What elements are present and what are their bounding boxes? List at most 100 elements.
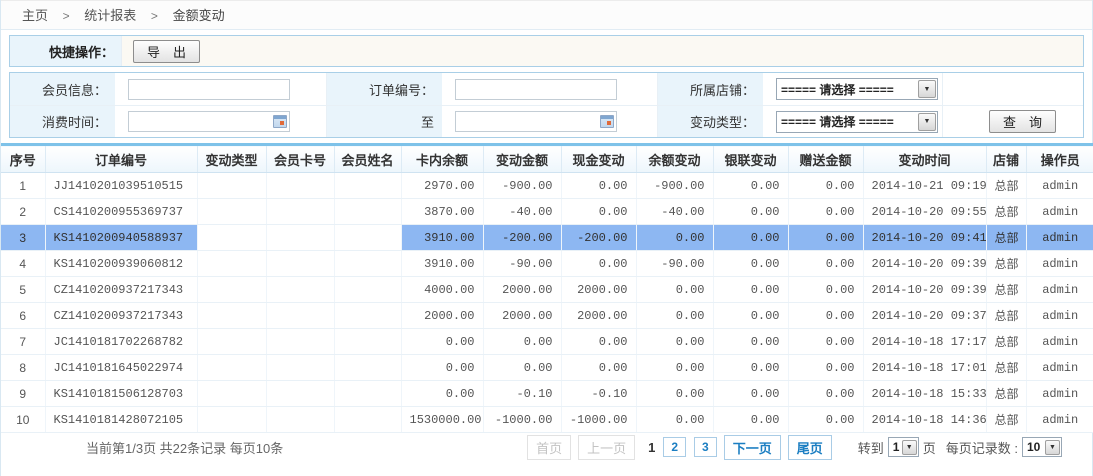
- table-cell: 0.00: [713, 225, 788, 251]
- table-cell: 0.00: [561, 199, 636, 225]
- first-page-button[interactable]: 首页: [527, 435, 571, 460]
- to-label: 至: [327, 106, 442, 137]
- table-cell: [197, 303, 266, 329]
- column-header: 卡内余额: [401, 145, 483, 173]
- table-cell: JC1410181702268782: [45, 329, 197, 355]
- time-to-input[interactable]: [455, 111, 617, 132]
- export-button[interactable]: 导 出: [133, 40, 200, 63]
- table-cell: 总部: [986, 381, 1026, 407]
- quick-operations-body: 导 出: [122, 36, 1083, 66]
- member-info-input[interactable]: [128, 79, 290, 100]
- table-cell: [266, 173, 334, 199]
- table-cell: 0.00: [401, 355, 483, 381]
- column-header: 操作员: [1026, 145, 1093, 173]
- table-cell: -900.00: [636, 173, 713, 199]
- table-row[interactable]: 4KS14102009390608123910.00-90.000.00-90.…: [1, 251, 1093, 277]
- table-cell: 2000.00: [401, 303, 483, 329]
- amount-change-table: 序号订单编号变动类型会员卡号会员姓名卡内余额变动金额现金变动余额变动银联变动赠送…: [1, 143, 1093, 433]
- table-cell: 2014-10-18 14:36:26: [863, 407, 986, 433]
- table-cell: 0.00: [561, 251, 636, 277]
- last-page-button[interactable]: 尾页: [788, 435, 832, 460]
- column-header: 变动类型: [197, 145, 266, 173]
- table-cell: 2014-10-20 09:41:25: [863, 225, 986, 251]
- store-label: 所属店铺：: [658, 73, 763, 105]
- table-cell: 1: [1, 173, 45, 199]
- table-cell: [334, 329, 401, 355]
- table-row[interactable]: 1JJ14102010395105152970.00-900.000.00-90…: [1, 173, 1093, 199]
- quick-operations-label: 快捷操作：: [10, 36, 122, 66]
- table-cell: 0.00: [788, 277, 863, 303]
- table-row[interactable]: 2CS14102009553697373870.00-40.000.00-40.…: [1, 199, 1093, 225]
- table-cell: [266, 277, 334, 303]
- table-row[interactable]: 5CZ14102009372173434000.002000.002000.00…: [1, 277, 1093, 303]
- chevron-down-icon: ▼: [918, 80, 936, 98]
- quick-operations-bar: 快捷操作： 导 出: [9, 35, 1084, 67]
- goto-page-select[interactable]: 1 ▼: [888, 437, 919, 457]
- table-cell: [266, 381, 334, 407]
- table-cell: 0.00: [788, 381, 863, 407]
- table-cell: 0.00: [713, 407, 788, 433]
- table-row[interactable]: 7JC14101817022687820.000.000.000.000.000…: [1, 329, 1093, 355]
- table-cell: 0.00: [636, 303, 713, 329]
- table-cell: [334, 277, 401, 303]
- order-no-input[interactable]: [455, 79, 617, 100]
- table-cell: -1000.00: [483, 407, 561, 433]
- table-cell: 1530000.00: [401, 407, 483, 433]
- table-cell: 0.00: [561, 173, 636, 199]
- goto-page-suffix: 页: [923, 438, 936, 457]
- column-header: 序号: [1, 145, 45, 173]
- pagination-summary: 当前第1/3页 共22条记录 每页10条: [86, 438, 283, 457]
- filter-panel: 会员信息： 订单编号： 所属店铺： ===== 请选择 ===== ▼ 消费时间…: [9, 72, 1084, 138]
- breadcrumb-reports[interactable]: 统计报表: [84, 8, 136, 23]
- table-cell: -40.00: [636, 199, 713, 225]
- page-2-button[interactable]: 2: [663, 437, 686, 457]
- table-cell: -900.00: [483, 173, 561, 199]
- goto-label: 转到: [858, 438, 884, 457]
- table-cell: admin: [1026, 173, 1093, 199]
- table-cell: KS1410200940588937: [45, 225, 197, 251]
- table-cell: CZ1410200937217343: [45, 277, 197, 303]
- table-cell: 4000.00: [401, 277, 483, 303]
- change-type-select[interactable]: ===== 请选择 ===== ▼: [776, 111, 938, 133]
- table-cell: 2014-10-20 09:37:31: [863, 303, 986, 329]
- table-cell: 0.00: [788, 173, 863, 199]
- breadcrumb-home[interactable]: 主页: [22, 8, 48, 23]
- per-page-select[interactable]: 10 ▼: [1022, 437, 1062, 457]
- table-cell: [266, 251, 334, 277]
- table-cell: -0.10: [483, 381, 561, 407]
- column-header: 余额变动: [636, 145, 713, 173]
- table-cell: [197, 225, 266, 251]
- table-cell: admin: [1026, 225, 1093, 251]
- time-from-input[interactable]: [128, 111, 290, 132]
- calendar-icon[interactable]: [273, 115, 287, 128]
- table-cell: 2014-10-20 09:39:16: [863, 251, 986, 277]
- table-cell: admin: [1026, 355, 1093, 381]
- order-no-label: 订单编号：: [327, 73, 442, 105]
- table-row[interactable]: 10KS14101814280721051530000.00-1000.00-1…: [1, 407, 1093, 433]
- table-cell: 0.00: [788, 199, 863, 225]
- page-3-button[interactable]: 3: [694, 437, 717, 457]
- table-header-row: 序号订单编号变动类型会员卡号会员姓名卡内余额变动金额现金变动余额变动银联变动赠送…: [1, 145, 1093, 173]
- table-cell: 2014-10-20 09:55:51: [863, 199, 986, 225]
- column-header: 银联变动: [713, 145, 788, 173]
- table-cell: KS1410181506128703: [45, 381, 197, 407]
- store-select[interactable]: ===== 请选择 ===== ▼: [776, 78, 938, 100]
- table-cell: 3870.00: [401, 199, 483, 225]
- calendar-icon[interactable]: [600, 115, 614, 128]
- table-cell: 总部: [986, 303, 1026, 329]
- table-cell: 0.00: [713, 251, 788, 277]
- table-row[interactable]: 9KS14101815061287030.00-0.10-0.100.000.0…: [1, 381, 1093, 407]
- filter-row-1: 会员信息： 订单编号： 所属店铺： ===== 请选择 ===== ▼: [10, 73, 1083, 105]
- breadcrumb-current: 金额变动: [173, 8, 225, 23]
- search-button[interactable]: 查 询: [989, 110, 1056, 133]
- table-row[interactable]: 8JC14101816450229740.000.000.000.000.000…: [1, 355, 1093, 381]
- table-cell: 0.00: [713, 355, 788, 381]
- table-row[interactable]: 3KS14102009405889373910.00-200.00-200.00…: [1, 225, 1093, 251]
- per-page-value: 10: [1023, 440, 1044, 454]
- table-row[interactable]: 6CZ14102009372173432000.002000.002000.00…: [1, 303, 1093, 329]
- table-cell: 0.00: [636, 407, 713, 433]
- prev-page-button[interactable]: 上一页: [578, 435, 635, 460]
- table-cell: -90.00: [636, 251, 713, 277]
- next-page-button[interactable]: 下一页: [724, 435, 781, 460]
- table-cell: [266, 355, 334, 381]
